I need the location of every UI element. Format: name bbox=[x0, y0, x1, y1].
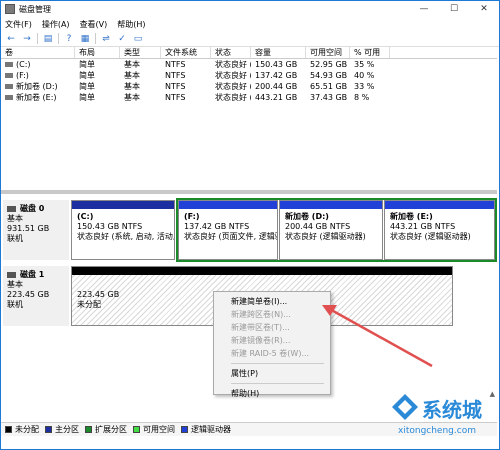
annotation-arrow bbox=[322, 305, 433, 368]
legend-swatch bbox=[5, 426, 12, 433]
watermark-logo-icon bbox=[392, 394, 418, 420]
legend-label: 扩展分区 bbox=[95, 425, 127, 434]
legend-item: 逻辑驱动器 bbox=[181, 424, 231, 435]
legend-swatch bbox=[85, 426, 92, 433]
arrow-line bbox=[325, 305, 433, 368]
legend-item: 可用空间 bbox=[133, 424, 175, 435]
legend-label: 主分区 bbox=[55, 425, 79, 434]
legend-item: 扩展分区 bbox=[85, 424, 127, 435]
legend-label: 未分配 bbox=[15, 425, 39, 434]
watermark: 系统城 xitongcheng.com bbox=[390, 392, 498, 448]
legend-label: 可用空间 bbox=[143, 425, 175, 434]
legend-item: 未分配 bbox=[5, 424, 39, 435]
legend-swatch bbox=[181, 426, 188, 433]
legend-swatch bbox=[133, 426, 140, 433]
legend-swatch bbox=[45, 426, 52, 433]
watermark-url: xitongcheng.com bbox=[398, 426, 476, 436]
watermark-brand: 系统城 bbox=[422, 398, 482, 422]
legend-label: 逻辑驱动器 bbox=[191, 425, 231, 434]
legend-item: 主分区 bbox=[45, 424, 79, 435]
